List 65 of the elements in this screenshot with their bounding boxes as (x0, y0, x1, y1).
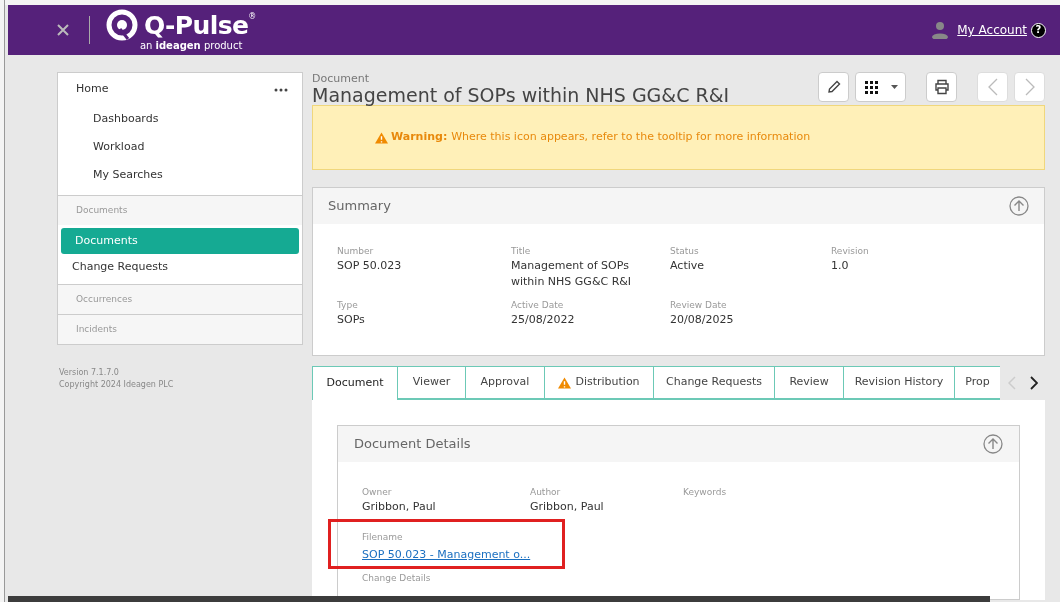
field-value: Gribbon, Paul (530, 499, 605, 515)
field-label: Author (530, 486, 562, 499)
grid-menu-button[interactable] (855, 72, 906, 102)
filename-link[interactable]: SOP 50.023 - Management o... (362, 546, 542, 564)
field-label: Active Date (511, 299, 565, 312)
tab[interactable]: Approval (465, 366, 544, 400)
document-title: Management of SOPs within NHS GG&C R&I (312, 84, 731, 108)
collapse-up-icon[interactable] (983, 434, 1003, 454)
tab[interactable]: Distribution (544, 366, 653, 400)
document-kicker: Document (312, 73, 370, 84)
logo-icon (106, 9, 138, 41)
field-label: Status (670, 245, 700, 258)
logo-text: Q-Pulse (144, 12, 249, 38)
field-label: Revision (831, 245, 870, 258)
tab[interactable]: Review (774, 366, 843, 400)
copyright-text: Copyright 2024 Ideagen PLC (59, 379, 175, 391)
nav-subitem[interactable]: Dashboards (58, 105, 302, 133)
tab[interactable]: Viewer (397, 366, 465, 400)
card-title: Summary (328, 197, 392, 216)
edit-button[interactable] (818, 72, 849, 102)
account-link[interactable]: My Account (957, 21, 1027, 39)
version-text: Version 7.1.7.0 (59, 367, 120, 379)
chevron-right-icon (1024, 78, 1035, 96)
help-button[interactable]: ? (1031, 22, 1046, 38)
field-label: Number (337, 245, 375, 258)
field-value: 20/08/2025 (670, 312, 735, 328)
more-icon[interactable] (274, 87, 288, 92)
tab[interactable]: Document (312, 366, 397, 400)
nav-item[interactable]: Change Requests (58, 254, 302, 280)
chevron-left-icon (987, 78, 998, 96)
tab[interactable]: Change Requests (653, 366, 774, 400)
field-label: Change Details (362, 572, 432, 584)
field-label: Review Date (670, 299, 728, 312)
nav-subitem[interactable]: My Searches (58, 161, 302, 189)
field-label: Filename (362, 531, 404, 544)
field-value: 25/08/2022 (511, 312, 576, 328)
field-label: Owner (362, 486, 393, 499)
nav-item[interactable]: Home (76, 81, 274, 98)
warning-message: Warning: Where this icon appears, refer to the tooltip for more information (391, 129, 811, 146)
chevron-right-icon[interactable] (1030, 376, 1038, 390)
field-value: Active (670, 258, 706, 274)
grid-icon (865, 80, 878, 94)
registered-mark: ® (248, 13, 257, 21)
tab[interactable]: Prop (954, 366, 1000, 400)
field-label: Type (337, 299, 359, 312)
print-button[interactable] (926, 72, 957, 102)
warning-icon (375, 131, 388, 144)
field-label: Keywords (683, 486, 728, 499)
warning-icon (558, 376, 572, 389)
field-value: SOP 50.023 (337, 258, 403, 274)
caret-icon (891, 85, 898, 89)
field-value: Gribbon, Paul (362, 499, 437, 515)
close-icon[interactable] (56, 23, 70, 37)
user-icon (931, 21, 950, 39)
tab[interactable]: Revision History (843, 366, 954, 400)
printer-icon (933, 79, 950, 95)
card-title: Document Details (354, 435, 472, 454)
field-value: SOPs (337, 312, 366, 328)
pencil-icon (825, 79, 842, 95)
nav-subitem[interactable]: Workload (58, 133, 302, 161)
field-value: 1.0 (831, 258, 850, 274)
collapse-up-icon[interactable] (1009, 196, 1029, 216)
field-label: Title (511, 245, 532, 258)
logo-tagline: an ideagen product (139, 41, 243, 51)
field-value: Management of SOPs within NHS GG&C R&I (511, 258, 633, 290)
